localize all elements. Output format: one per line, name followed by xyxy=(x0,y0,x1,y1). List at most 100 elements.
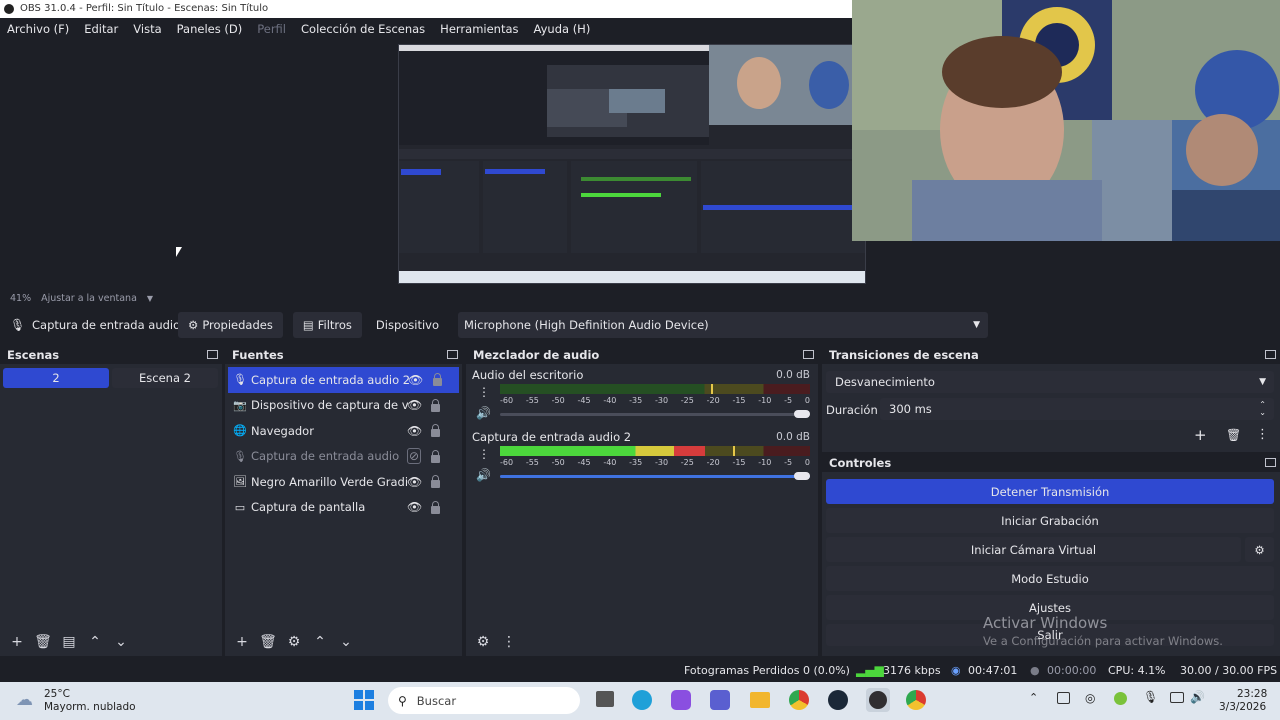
volume-slider[interactable] xyxy=(500,472,810,480)
edge-icon[interactable] xyxy=(632,690,652,710)
volume-icon[interactable]: 🔊 xyxy=(1190,690,1205,704)
menu-perfil[interactable]: Perfil xyxy=(257,22,286,36)
activate-windows-subtitle: Ve a Configuración para activar Windows. xyxy=(983,634,1223,648)
lock-icon[interactable] xyxy=(431,475,440,488)
volume-slider-handle[interactable] xyxy=(794,410,810,418)
kebab-menu-icon[interactable]: ⋮ xyxy=(1256,427,1269,442)
filters-button[interactable]: ▤ Filtros xyxy=(292,312,362,338)
scene-item-2[interactable]: 2 xyxy=(3,368,109,388)
lock-icon[interactable] xyxy=(431,398,440,412)
chevron-up-icon[interactable]: ⌃ xyxy=(1029,691,1038,704)
zoom-fit-select[interactable]: Ajustar a la ventana xyxy=(41,293,137,304)
add-icon[interactable]: + xyxy=(1194,426,1207,444)
lock-icon[interactable] xyxy=(433,373,442,386)
file-explorer-icon[interactable] xyxy=(750,692,770,708)
speaker-icon[interactable]: 🔊 xyxy=(476,468,491,482)
undock-icon[interactable] xyxy=(1265,350,1276,359)
weather-cloud-icon[interactable]: ☁ xyxy=(16,690,33,710)
lock-icon[interactable] xyxy=(431,449,440,463)
clock-time[interactable]: 23:28 xyxy=(1237,688,1267,700)
start-virtual-camera-button[interactable]: Iniciar Cámara Virtual xyxy=(826,537,1241,562)
source-item[interactable]: 🖼 Negro Amarillo Verde Gradiente 👁 xyxy=(225,469,462,495)
eye-icon[interactable]: 👁 xyxy=(407,424,422,438)
virtual-camera-settings-button[interactable]: ⚙ xyxy=(1245,537,1274,562)
task-view-icon[interactable] xyxy=(596,691,614,707)
add-icon[interactable]: + xyxy=(231,631,253,653)
properties-button[interactable]: ⚙ Propiedades xyxy=(178,312,283,338)
eye-hidden-icon[interactable]: ⊘ xyxy=(407,448,422,465)
chevron-down-icon[interactable]: ▼ xyxy=(147,294,153,303)
duration-spinbox[interactable]: 300 ms ⌃ ⌄ xyxy=(880,398,1274,420)
trash-icon[interactable]: 🗑 xyxy=(257,631,279,653)
volume-slider[interactable] xyxy=(500,410,810,418)
eye-icon[interactable]: 👁 xyxy=(407,475,422,489)
tray-icon[interactable]: ◎ xyxy=(1085,691,1095,705)
teams-icon[interactable] xyxy=(710,690,730,710)
meter-tick-label: -60 xyxy=(500,396,514,405)
menu-archivo[interactable]: Archivo (F) xyxy=(7,22,69,36)
gear-icon: ⚙ xyxy=(188,318,199,332)
kebab-menu-icon[interactable]: ⋮ xyxy=(478,447,490,461)
trash-icon[interactable]: 🗑 xyxy=(32,631,54,653)
eye-icon[interactable]: 👁 xyxy=(407,398,422,412)
microphone-icon[interactable]: 🎙 xyxy=(1143,690,1158,704)
arrow-up-icon[interactable]: ⌃ xyxy=(309,631,331,653)
source-item[interactable]: ▭ Captura de pantalla 👁 xyxy=(225,495,462,521)
source-item[interactable]: 📷 Dispositivo de captura de video 👁 xyxy=(225,393,462,419)
volume-slider-handle[interactable] xyxy=(794,472,810,480)
advanced-audio-icon[interactable]: ⚙ xyxy=(472,631,494,653)
chrome-profile-icon[interactable] xyxy=(906,690,926,710)
stop-stream-button[interactable]: Detener Transmisión xyxy=(826,479,1274,504)
transition-select[interactable]: Desvanecimiento ▼ xyxy=(826,371,1274,393)
device-label: Dispositivo xyxy=(375,318,440,332)
tray-icon[interactable] xyxy=(1057,692,1070,704)
menu-ayuda[interactable]: Ayuda (H) xyxy=(534,22,591,36)
arrow-up-icon[interactable]: ⌃ xyxy=(84,631,106,653)
kebab-menu-icon[interactable]: ⋮ xyxy=(498,631,520,653)
mixer-title: Mezclador de audio xyxy=(473,348,600,362)
source-item[interactable]: 🎙 Captura de entrada audio 2 👁 xyxy=(228,367,459,393)
clock-date[interactable]: 3/3/2026 xyxy=(1219,701,1266,713)
network-icon[interactable] xyxy=(1170,692,1184,703)
speaker-icon[interactable]: 🔊 xyxy=(476,406,491,420)
menu-editar[interactable]: Editar xyxy=(84,22,118,36)
obs-taskbar-icon[interactable] xyxy=(866,688,890,712)
kebab-menu-icon[interactable]: ⋮ xyxy=(478,385,490,399)
gear-icon[interactable]: ⚙ xyxy=(283,631,305,653)
weather-desc[interactable]: Mayorm. nublado xyxy=(44,701,136,713)
undock-icon[interactable] xyxy=(447,350,458,359)
chrome-icon[interactable] xyxy=(789,690,809,710)
spin-arrows-icon[interactable]: ⌃ ⌄ xyxy=(1259,401,1266,417)
channel-db: 0.0 dB xyxy=(776,369,810,381)
tray-icon[interactable] xyxy=(1114,692,1127,705)
meter-tick-label: -25 xyxy=(680,458,694,467)
meter-tick-label: -20 xyxy=(706,458,720,467)
arrow-down-icon[interactable]: ⌄ xyxy=(335,631,357,653)
arrow-down-icon[interactable]: ⌄ xyxy=(110,631,132,653)
menu-coleccion-escenas[interactable]: Colección de Escenas xyxy=(301,22,425,36)
menu-vista[interactable]: Vista xyxy=(133,22,161,36)
taskbar-search[interactable]: ⚲ Buscar xyxy=(388,687,580,714)
device-select[interactable]: Microphone (High Definition Audio Device… xyxy=(458,312,988,338)
undock-icon[interactable] xyxy=(207,350,218,359)
lock-icon[interactable] xyxy=(431,424,440,437)
undock-icon[interactable] xyxy=(803,350,814,359)
copilot-icon[interactable] xyxy=(671,690,691,710)
weather-temp[interactable]: 25°C xyxy=(44,688,70,700)
add-icon[interactable]: + xyxy=(6,631,28,653)
start-recording-button[interactable]: Iniciar Grabación xyxy=(826,508,1274,533)
studio-mode-button[interactable]: Modo Estudio xyxy=(826,566,1274,591)
source-item[interactable]: 🎙 Captura de entrada audio ⊘ xyxy=(225,444,462,470)
windows-start-icon[interactable] xyxy=(354,690,374,710)
source-item[interactable]: 🌐 Navegador 👁 xyxy=(225,418,462,444)
filter-icon[interactable]: ▤ xyxy=(58,631,80,653)
steam-icon[interactable] xyxy=(828,690,848,710)
menu-herramientas[interactable]: Herramientas xyxy=(440,22,518,36)
eye-icon[interactable]: 👁 xyxy=(408,373,423,387)
lock-icon[interactable] xyxy=(431,500,440,514)
scene-item-escena-2[interactable]: Escena 2 xyxy=(112,368,218,388)
undock-icon[interactable] xyxy=(1265,458,1276,467)
menu-paneles[interactable]: Paneles (D) xyxy=(177,22,243,36)
eye-icon[interactable]: 👁 xyxy=(407,500,422,514)
trash-icon[interactable]: 🗑 xyxy=(1226,428,1241,442)
